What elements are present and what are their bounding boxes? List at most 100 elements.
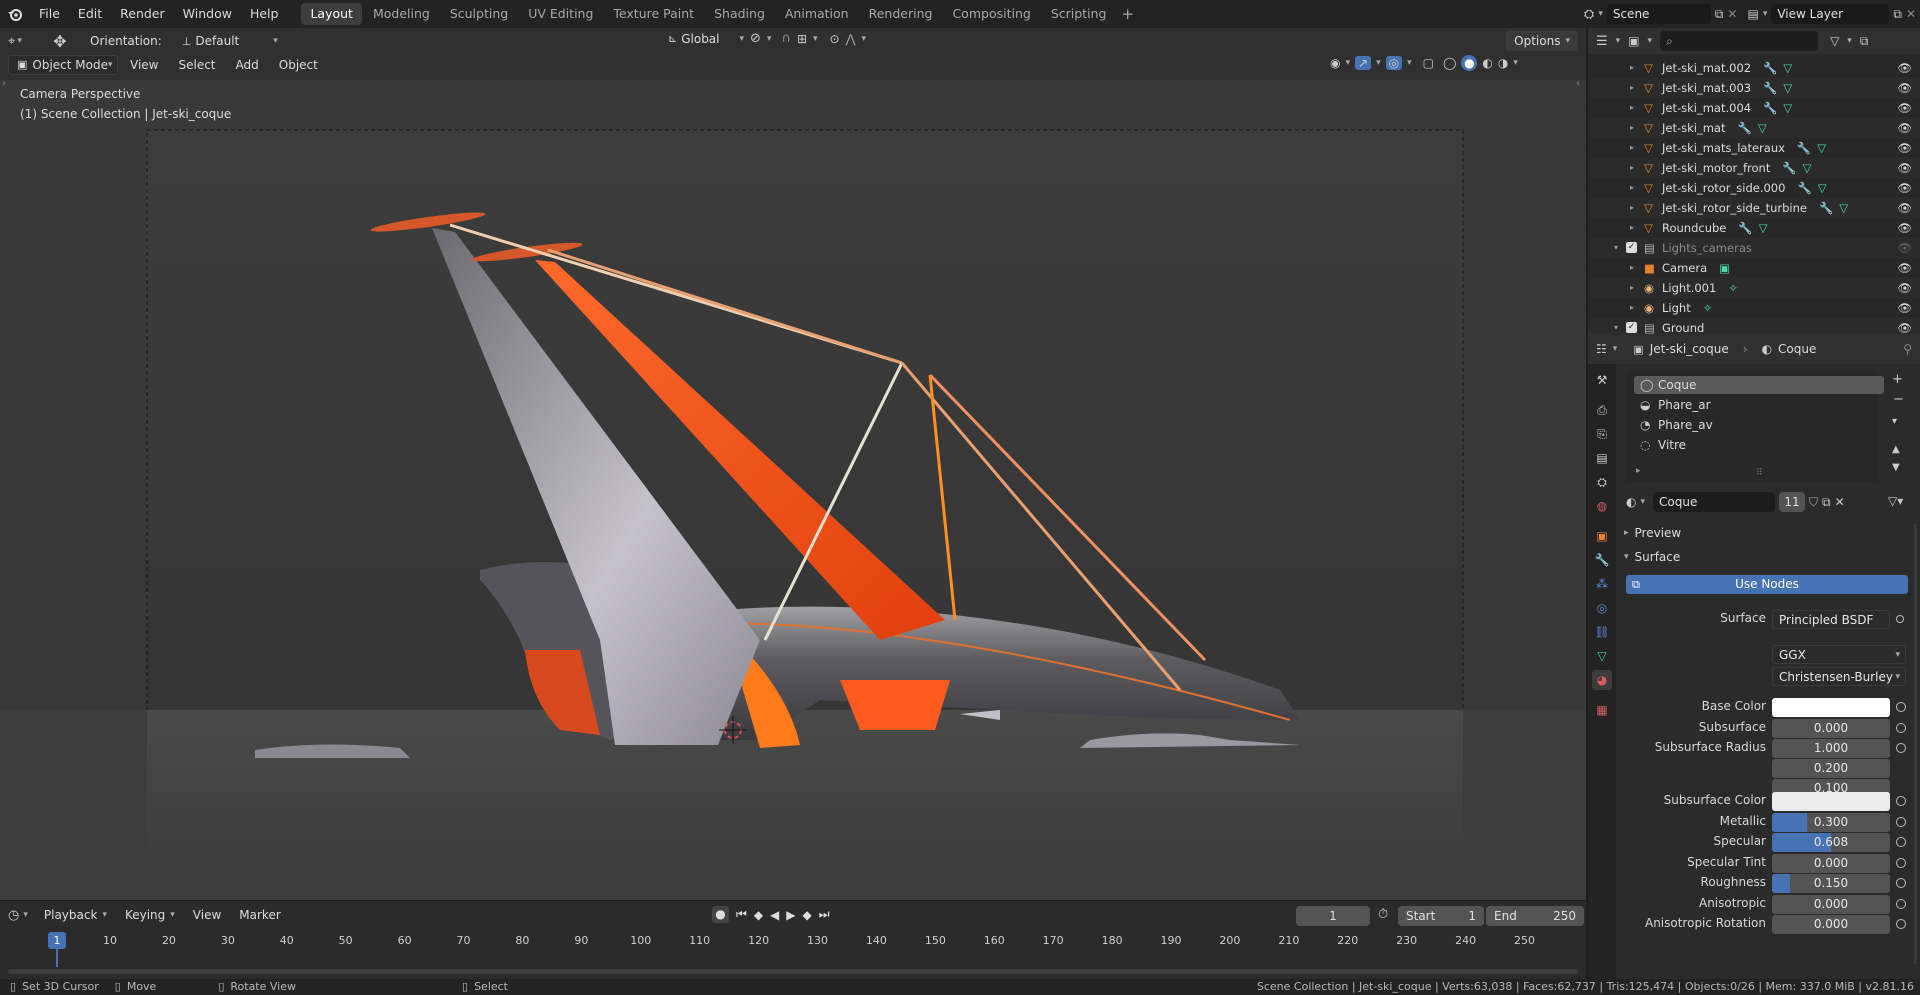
surface-shader-field[interactable]: Principled BSDF: [1772, 610, 1890, 629]
physics-tab-icon[interactable]: ◎: [1592, 598, 1612, 618]
rendered-shading-icon[interactable]: ◑: [1498, 56, 1508, 70]
wireframe-shading-icon[interactable]: ◯: [1443, 56, 1456, 70]
eye-icon[interactable]: 👁: [1897, 278, 1912, 298]
playback-menu[interactable]: Playback ▾: [36, 905, 115, 925]
subsurface-radius-1-slider[interactable]: 0.200: [1772, 759, 1890, 778]
collection-checkbox[interactable]: ✓: [1626, 242, 1637, 253]
outliner-row[interactable]: ▾ ✓ ▤ Lights_cameras 👁: [1588, 238, 1920, 258]
expand-arrow-icon[interactable]: ▸: [1630, 198, 1634, 218]
roughness-socket-icon[interactable]: [1896, 878, 1906, 888]
slot-list-expand-icon[interactable]: ▸: [1636, 466, 1641, 476]
eye-icon[interactable]: 👁: [1897, 138, 1912, 158]
material-shading-icon[interactable]: ◐: [1482, 56, 1492, 70]
eye-icon[interactable]: 👁: [1897, 178, 1912, 198]
falloff-icon[interactable]: ⋀: [846, 32, 856, 46]
anisotropic-rotation-socket-icon[interactable]: [1896, 919, 1906, 929]
solid-shading-icon[interactable]: ●: [1461, 55, 1478, 71]
expand-arrow-icon[interactable]: ▸: [1630, 138, 1634, 158]
eye-icon[interactable]: 👁: [1897, 258, 1912, 278]
subsurface-radius-socket-icon[interactable]: [1896, 743, 1906, 753]
expand-arrow-icon[interactable]: ▸: [1630, 258, 1634, 278]
view-menu[interactable]: View: [122, 55, 166, 75]
eye-icon[interactable]: 👁: [1897, 78, 1912, 98]
pivot-icon[interactable]: ⊘: [750, 31, 761, 46]
eye-icon[interactable]: 👁: [1897, 98, 1912, 118]
outliner-row[interactable]: ▸ ▽ Jet-ski_mat 🔧 ▽ 👁: [1588, 118, 1920, 138]
specular-socket-icon[interactable]: [1896, 837, 1906, 847]
preview-panel-header[interactable]: ▸ Preview: [1624, 526, 1681, 540]
metallic-slider[interactable]: 0.300: [1772, 813, 1890, 832]
subsurface-method-dropdown[interactable]: Christensen-Burley ▾: [1772, 667, 1906, 686]
next-keyframe-icon[interactable]: ◆: [803, 908, 812, 922]
material-slot[interactable]: ◌ Vitre: [1634, 436, 1884, 454]
material-slot[interactable]: ◔ Phare_av: [1634, 416, 1884, 434]
material-browse-icon[interactable]: ◐: [1626, 495, 1636, 509]
expand-arrow-icon[interactable]: ▸: [1630, 98, 1634, 118]
current-frame-field[interactable]: 1: [1296, 906, 1370, 926]
marker-menu[interactable]: Marker: [231, 905, 288, 925]
collection-checkbox[interactable]: ✓: [1626, 322, 1637, 333]
expanded-arrow-icon[interactable]: ▾: [1614, 238, 1618, 258]
menu-render[interactable]: Render: [111, 0, 174, 28]
outliner-row[interactable]: ▸ ◉ Light.001 ✧ 👁: [1588, 278, 1920, 298]
material-users-count[interactable]: 11: [1779, 492, 1806, 512]
pin-icon[interactable]: ⚲: [1903, 342, 1912, 356]
specular-slider[interactable]: 0.608: [1772, 833, 1890, 852]
sidebar-toggle-icon[interactable]: ‹: [1576, 80, 1580, 89]
workspace-tab-modeling[interactable]: Modeling: [364, 3, 439, 25]
timeline-view-menu[interactable]: View: [185, 905, 229, 925]
proportional-edit-icon[interactable]: ⊙: [830, 32, 840, 46]
workspace-tab-compositing[interactable]: Compositing: [943, 3, 1039, 25]
use-nodes-button[interactable]: ⧉ Use Nodes: [1626, 575, 1908, 594]
new-scene-icon[interactable]: ⧉: [1715, 7, 1724, 22]
subsurface-color-color-field[interactable]: [1772, 792, 1890, 811]
scene-tab-icon[interactable]: ⛭: [1592, 472, 1612, 492]
outliner-row[interactable]: ▸ ▽ Jet-ski_rotor_side_turbine 🔧 ▽ 👁: [1588, 198, 1920, 218]
eye-icon[interactable]: 👁: [1897, 118, 1912, 138]
expand-arrow-icon[interactable]: ▸: [1630, 178, 1634, 198]
scene-selector[interactable]: ⛭ ▾ Scene ⧉ ✕: [1584, 4, 1737, 24]
slot-list-resize-icon[interactable]: ⠿: [1756, 468, 1763, 478]
outliner-row[interactable]: ▸ ◉ Light ✧ 👁: [1588, 298, 1920, 318]
filter-icon[interactable]: ▽: [1830, 34, 1839, 48]
new-collection-icon[interactable]: ⧉: [1860, 34, 1869, 49]
eye-icon[interactable]: 👁: [1897, 238, 1912, 258]
view-layer-selector[interactable]: ▤ ▾ View Layer ⧉ ✕: [1747, 4, 1916, 24]
metallic-socket-icon[interactable]: [1896, 817, 1906, 827]
prev-keyframe-icon[interactable]: ◆: [754, 908, 763, 922]
tool-tab-icon[interactable]: ⚒: [1592, 370, 1612, 390]
delete-scene-icon[interactable]: ✕: [1727, 7, 1737, 21]
subsurface-socket-icon[interactable]: [1896, 723, 1906, 733]
base-color-socket-icon[interactable]: [1896, 702, 1906, 712]
overlays-icon[interactable]: ◎: [1385, 56, 1403, 70]
outliner-row[interactable]: ▸ ▽ Jet-ski_mat.004 🔧 ▽ 👁: [1588, 98, 1920, 118]
gizmo-icon[interactable]: ↗: [1355, 56, 1372, 70]
workspace-tab-scripting[interactable]: Scripting: [1042, 3, 1116, 25]
anisotropic-slider[interactable]: 0.000: [1772, 895, 1890, 914]
unlink-material-icon[interactable]: ✕: [1835, 495, 1845, 509]
expand-arrow-icon[interactable]: ▸: [1630, 58, 1634, 78]
select-menu[interactable]: Select: [170, 55, 223, 75]
particles-tab-icon[interactable]: ⁂: [1592, 574, 1612, 594]
material-tab-icon[interactable]: ◕: [1592, 670, 1612, 690]
object-tab-icon[interactable]: ▣: [1592, 526, 1612, 546]
eye-icon[interactable]: 👁: [1897, 298, 1912, 318]
specular-tint-socket-icon[interactable]: [1896, 858, 1906, 868]
move-slot-up-icon[interactable]: ▲: [1892, 444, 1900, 455]
mesh-data-tab-icon[interactable]: ▽: [1592, 646, 1612, 666]
workspace-tab-layout[interactable]: Layout: [301, 3, 362, 25]
snap-target-icon[interactable]: ⊞: [797, 32, 807, 46]
surface-socket-icon[interactable]: [1896, 615, 1904, 623]
transform-space-dropdown[interactable]: ⊾ Global ▾: [668, 32, 744, 46]
options-button[interactable]: Options ▾: [1506, 31, 1578, 51]
toolbar-toggle-icon[interactable]: ›: [2, 80, 6, 89]
properties-scrollbar[interactable]: [1914, 524, 1917, 964]
object-mode-dropdown[interactable]: ▣ Object Mode ▾: [8, 55, 118, 75]
editor-type-icon[interactable]: ⌖ ▾: [8, 31, 42, 51]
properties-editor-icon[interactable]: ☷: [1596, 342, 1607, 356]
workspace-tab-sculpting[interactable]: Sculpting: [441, 3, 517, 25]
move-slot-down-icon[interactable]: ▼: [1892, 462, 1900, 473]
material-node-filter-icon[interactable]: ▽▾: [1888, 494, 1903, 508]
add-workspace-icon[interactable]: +: [1121, 5, 1134, 23]
scene-name-field[interactable]: Scene: [1606, 4, 1711, 24]
